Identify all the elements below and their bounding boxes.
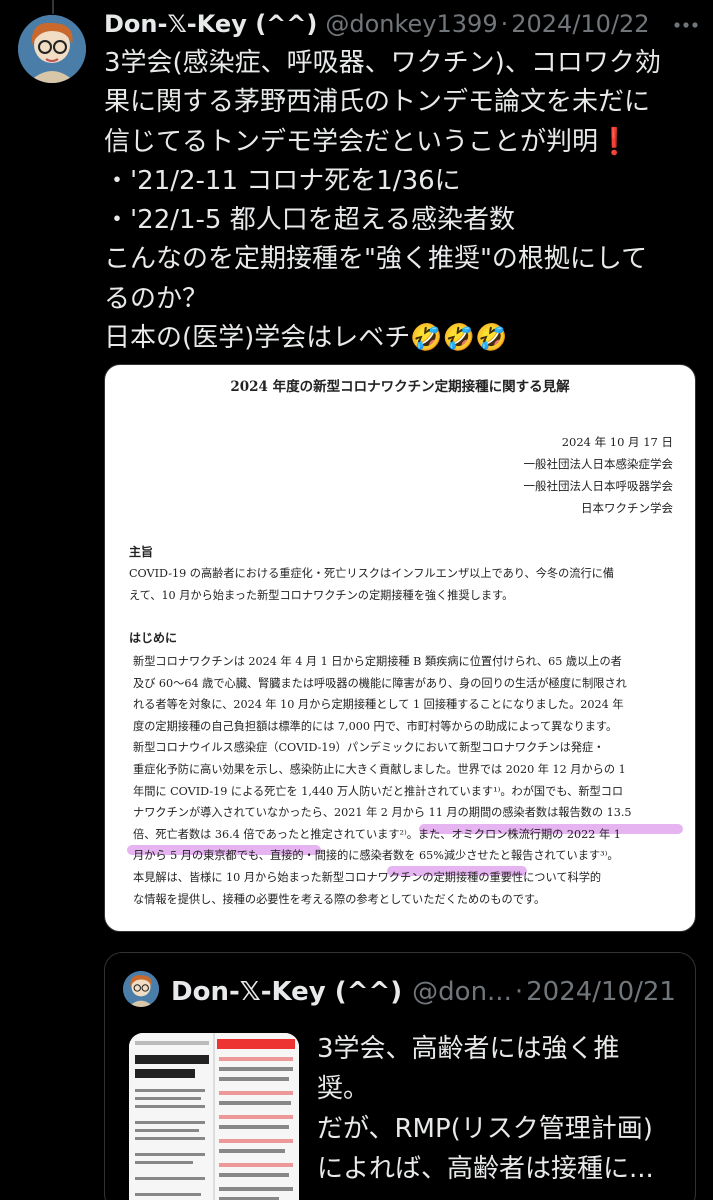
document-line: 新型コロナウイルス感染症（COVID-19）パンデミックにおいて新型コロナワクチ… xyxy=(133,741,605,755)
quoted-tweet-header: Don-𝕏-Key (^^) @don... · 2024/10/21 xyxy=(171,977,676,1007)
document-summary: COVID-19 の高齢者における重症化・死亡リスクはインフルエンザ以上であり、… xyxy=(129,563,679,606)
document-line: 月から 5 月の東京都でも、直接的・間接的に感染者数を 65%減少させたと報告さ… xyxy=(133,849,619,863)
document-date: 2024 年 10 月 17 日 xyxy=(561,435,673,449)
document-line: えて、10 月から始まった新型コロナワクチンの定期接種を強く推奨します。 xyxy=(129,588,514,602)
tweet-line: 3学会(感染症、呼吸器、ワクチン)、コロワク効 xyxy=(104,48,661,78)
tweet-line: 信じてるトンデモ学会だということが判明❗ xyxy=(104,123,700,162)
thread-connector-line xyxy=(52,0,54,14)
document-intro: 新型コロナワクチンは 2024 年 4 月 1 日から定期接種 B 類疾病に位置… xyxy=(133,651,683,910)
document-title: 2024 年度の新型コロナワクチン定期接種に関する見解 xyxy=(230,379,570,395)
quoted-tweet-date: 2024/10/21 xyxy=(526,977,676,1007)
quoted-user-handle: @don... xyxy=(412,977,512,1007)
red-exclamation-emoji: ❗ xyxy=(598,126,631,157)
quoted-tweet-line: 奨。 xyxy=(317,1074,370,1104)
quoted-user-avatar xyxy=(123,971,159,1007)
document-meta: 2024 年 10 月 17 日 一般社団法人日本感染症学会 一般社団法人日本呼… xyxy=(524,431,674,519)
document-line: な情報を提供し、接種の必要性を考える際の参考としていただくためのものです。 xyxy=(133,892,546,906)
document-heading: はじめに xyxy=(129,631,178,645)
header-separator: · xyxy=(514,977,524,1007)
quoted-tweet-line: によれば、高齢者は接種に... xyxy=(317,1154,654,1184)
tweet-line: 日本の(医学)学会はレベチ🤣🤣🤣 xyxy=(104,323,508,354)
user-handle[interactable]: @donkey1399 xyxy=(325,10,497,38)
document-line: 倍、死亡者数は 36.4 倍であったと推定されています²⁾。また、オミクロン株流… xyxy=(133,827,621,841)
document-society: 日本ワクチン学会 xyxy=(581,501,673,515)
document-line: れる者等を対象に、2024 年 10 月から定期接種として 1 回接種することに… xyxy=(133,698,624,712)
document-line: 重症化予防に高い効果を示し、感染防止に大きく貢献しました。世界では 2020 年… xyxy=(133,762,626,776)
quoted-tweet-card[interactable]: Don-𝕏-Key (^^) @don... · 2024/10/21 3学会、… xyxy=(104,952,696,1200)
document-line: 新型コロナワクチンは 2024 年 4 月 1 日から定期接種 B 類疾病に位置… xyxy=(133,655,622,668)
document-line: 年間に COVID-19 による死亡を 1,440 万人防いだと推計されています… xyxy=(133,784,624,798)
document-society: 一般社団法人日本呼吸器学会 xyxy=(523,479,674,493)
document-line: 度の定期接種の自己負担額は標準的には 7,000 円で、市町村等からの助成によっ… xyxy=(133,719,618,733)
tweet-line: るのか？ xyxy=(104,283,209,314)
tweet-line: こんなのを定期接種を"強く推奨"の根拠にして xyxy=(104,244,648,275)
document-heading: 主旨 xyxy=(129,545,154,559)
attached-document-image[interactable]: 2024 年度の新型コロナワクチン定期接種に関する見解 2024 年 10 月 … xyxy=(104,364,696,932)
tweet-date[interactable]: 2024/10/22 xyxy=(511,10,649,38)
quoted-tweet-thumbnail xyxy=(129,1033,299,1200)
user-avatar[interactable] xyxy=(18,15,86,83)
document-society: 一般社団法人日本感染症学会 xyxy=(523,457,674,471)
more-horizontal-icon[interactable] xyxy=(669,8,703,42)
quoted-display-name: Don-𝕏-Key (^^) xyxy=(171,977,403,1007)
quoted-tweet-line: 3学会、高齢者には強く推 xyxy=(317,1034,620,1064)
header-separator: · xyxy=(500,10,509,38)
display-name[interactable]: Don-𝕏-Key (^^) xyxy=(104,10,317,38)
tweet-line: 果に関する茅野西浦氏のトンデモ論文を未だに xyxy=(104,87,651,118)
quoted-tweet-text: 3学会、高齢者には強く推 奨。 だが、RMP(リスク管理計画) によれば、高齢者… xyxy=(317,1029,687,1189)
tweet-line-text: 信じてるトンデモ学会だということが判明 xyxy=(104,126,599,157)
tweet-line: ・'22/1-5 都人口を超える感染者数 xyxy=(104,205,515,236)
tweet-text: 3学会(感染症、呼吸器、ワクチン)、コロワク効 果に関する茅野西浦氏のトンデモ論… xyxy=(104,44,700,358)
document-line: ナワクチンが導入されていなかったら、2021 年 2 月から 11 月の期間の感… xyxy=(133,806,632,820)
tweet-line: ・'21/2-11 コロナ死を1/36に xyxy=(104,165,461,196)
document-line: 本見解は、皆様に 10 月から始まった新型コロナワクチンの定期接種の重要性につい… xyxy=(133,870,602,884)
quoted-tweet-line: だが、RMP(リスク管理計画) xyxy=(317,1114,653,1144)
document-line: 及び 60～64 歳で心臓、腎臓または呼吸器の機能に障害があり、身の回りの生活が… xyxy=(133,676,627,690)
document-line: COVID-19 の高齢者における重症化・死亡リスクはインフルエンザ以上であり、… xyxy=(129,567,615,580)
tweet-header: Don-𝕏-Key (^^) @donkey1399 · 2024/10/22 xyxy=(104,6,650,42)
